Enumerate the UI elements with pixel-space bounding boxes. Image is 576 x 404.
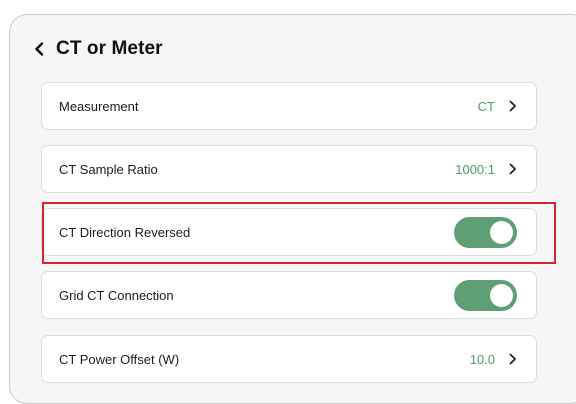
grid-ct-connection-label: Grid CT Connection [59, 287, 174, 303]
ct-sample-ratio-value: 1000:1 [455, 161, 495, 177]
chevron-right-icon [508, 99, 518, 113]
ct-power-offset-value: 10.0 [469, 351, 495, 367]
measurement-value: CT [477, 98, 495, 114]
page-header: CT or Meter [34, 37, 163, 61]
ct-sample-ratio-label: CT Sample Ratio [59, 161, 158, 177]
page-title: CT or Meter [56, 38, 163, 59]
ct-power-offset-row[interactable]: CT Power Offset (W) 10.0 [41, 335, 537, 383]
grid-ct-connection-toggle[interactable] [454, 279, 517, 311]
ct-direction-reversed-label: CT Direction Reversed [59, 224, 191, 240]
toggle-knob [490, 220, 513, 244]
measurement-label: Measurement [59, 98, 139, 114]
back-button[interactable] [34, 37, 52, 61]
grid-ct-connection-row: Grid CT Connection [41, 271, 537, 319]
toggle-knob [490, 283, 513, 307]
ct-direction-reversed-toggle[interactable] [454, 216, 517, 248]
measurement-row[interactable]: Measurement CT [41, 82, 537, 130]
chevron-left-icon [35, 42, 44, 56]
ct-direction-reversed-row: CT Direction Reversed [41, 208, 537, 256]
chevron-right-icon [508, 352, 518, 366]
chevron-right-icon [508, 162, 518, 176]
ct-sample-ratio-row[interactable]: CT Sample Ratio 1000:1 [41, 145, 537, 193]
ct-power-offset-label: CT Power Offset (W) [59, 351, 180, 367]
